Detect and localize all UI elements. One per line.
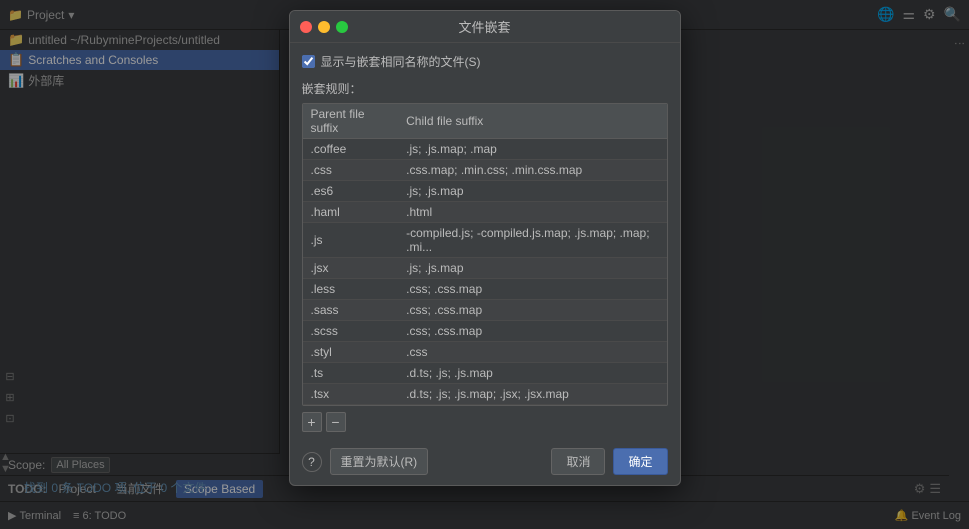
remove-rule-button[interactable]: − — [326, 412, 346, 432]
dialog-footer: ? 重置为默认(R) 取消 确定 — [290, 442, 680, 485]
table-row[interactable]: .ts.d.ts; .js; .js.map — [303, 363, 667, 384]
parent-suffix-cell: .less — [303, 279, 399, 300]
table-row[interactable]: .styl.css — [303, 342, 667, 363]
parent-suffix-cell: .es6 — [303, 181, 399, 202]
add-rule-button[interactable]: + — [302, 412, 322, 432]
close-button[interactable] — [300, 21, 312, 33]
child-suffix-cell: .js; .js.map — [398, 258, 666, 279]
table-row[interactable]: .coffee.js; .js.map; .map — [303, 139, 667, 160]
parent-suffix-cell: .scss — [303, 321, 399, 342]
parent-suffix-cell: .styl — [303, 342, 399, 363]
table-row[interactable]: .es6.js; .js.map — [303, 181, 667, 202]
dialog-title: 文件嵌套 — [458, 17, 510, 36]
child-suffix-cell: .html — [398, 202, 666, 223]
table-row[interactable]: .less.css; .css.map — [303, 279, 667, 300]
child-suffix-cell: .css.map; .min.css; .min.css.map — [398, 160, 666, 181]
child-suffix-cell: .d.ts; .js; .js.map; .jsx; .jsx.map — [398, 384, 666, 405]
child-suffix-cell: .css; .css.map — [398, 321, 666, 342]
ide-background: 📁 Project ▾ 🌐 ⚌ ⚙ 🔍 📁 untitled ~/Rubymin… — [0, 0, 969, 529]
dialog-body: 显示与嵌套相同名称的文件(S) 嵌套规则： Parent file suffix… — [290, 43, 680, 442]
file-nesting-dialog: 文件嵌套 显示与嵌套相同名称的文件(S) 嵌套规则： Parent fil — [289, 10, 681, 486]
child-suffix-cell: .css; .css.map — [398, 279, 666, 300]
table-row[interactable]: .haml.html — [303, 202, 667, 223]
reset-button[interactable]: 重置为默认(R) — [330, 448, 429, 475]
parent-suffix-cell: .js — [303, 223, 399, 258]
table-row[interactable]: .js-compiled.js; -compiled.js.map; .js.m… — [303, 223, 667, 258]
parent-suffix-cell: .tsx — [303, 384, 399, 405]
parent-suffix-cell: .ts — [303, 363, 399, 384]
show-same-name-label: 显示与嵌套相同名称的文件(S) — [321, 53, 481, 70]
parent-suffix-cell: .haml — [303, 202, 399, 223]
maximize-button[interactable] — [336, 21, 348, 33]
child-suffix-cell: -compiled.js; -compiled.js.map; .js.map;… — [398, 223, 666, 258]
help-button[interactable]: ? — [302, 452, 322, 472]
dialog-overlay: 文件嵌套 显示与嵌套相同名称的文件(S) 嵌套规则： Parent fil — [0, 0, 969, 529]
table-row[interactable]: .jsx.js; .js.map — [303, 258, 667, 279]
rules-table-container[interactable]: Parent file suffix Child file suffix .co… — [302, 103, 668, 406]
cancel-button[interactable]: 取消 — [551, 448, 605, 475]
parent-suffix-cell: .jsx — [303, 258, 399, 279]
add-remove-row: + − — [302, 412, 668, 432]
child-suffix-cell: .css — [398, 342, 666, 363]
dialog-titlebar: 文件嵌套 — [290, 11, 680, 43]
table-row[interactable]: .sass.css; .css.map — [303, 300, 667, 321]
show-same-name-row: 显示与嵌套相同名称的文件(S) — [302, 53, 668, 70]
table-row[interactable]: .tsx.d.ts; .js; .js.map; .jsx; .jsx.map — [303, 384, 667, 405]
minimize-button[interactable] — [318, 21, 330, 33]
parent-suffix-cell: .coffee — [303, 139, 399, 160]
traffic-lights — [300, 21, 348, 33]
parent-suffix-cell: .sass — [303, 300, 399, 321]
rules-table: Parent file suffix Child file suffix .co… — [303, 104, 667, 405]
table-row[interactable]: .scss.css; .css.map — [303, 321, 667, 342]
show-same-name-checkbox[interactable] — [302, 55, 315, 68]
nesting-rules-label: 嵌套规则： — [302, 80, 668, 97]
ok-button[interactable]: 确定 — [613, 448, 667, 475]
child-suffix-cell: .d.ts; .js; .js.map — [398, 363, 666, 384]
col-child: Child file suffix — [398, 104, 666, 139]
table-row[interactable]: .css.css.map; .min.css; .min.css.map — [303, 160, 667, 181]
child-suffix-cell: .js; .js.map; .map — [398, 139, 666, 160]
child-suffix-cell: .css; .css.map — [398, 300, 666, 321]
col-parent: Parent file suffix — [303, 104, 399, 139]
parent-suffix-cell: .css — [303, 160, 399, 181]
child-suffix-cell: .js; .js.map — [398, 181, 666, 202]
